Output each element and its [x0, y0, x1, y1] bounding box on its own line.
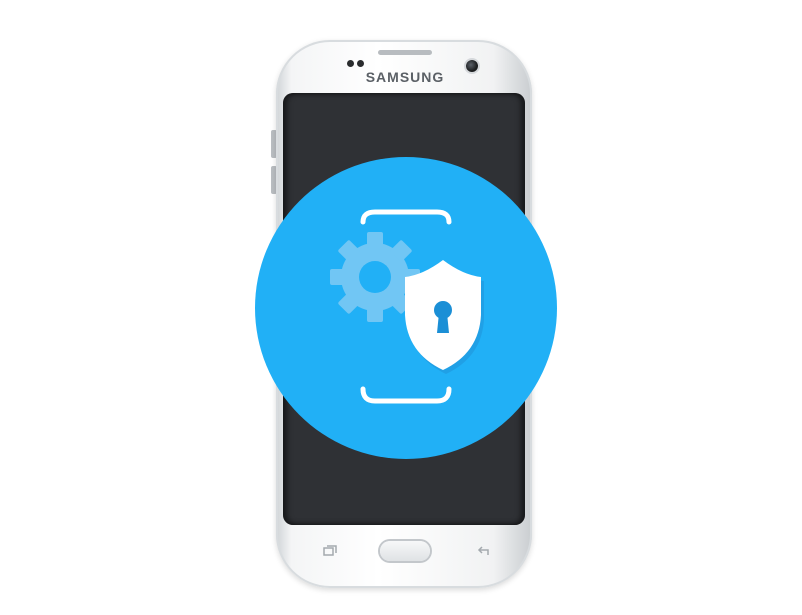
recent-apps-icon — [323, 545, 337, 557]
back-icon — [476, 545, 490, 557]
light-sensor — [357, 60, 364, 67]
home-button — [380, 541, 430, 561]
earpiece-speaker — [378, 50, 432, 55]
security-badge — [255, 157, 557, 459]
proximity-sensor — [347, 60, 354, 67]
front-camera-icon — [466, 60, 478, 72]
brand-logo: SAMSUNG — [365, 69, 445, 85]
illustration: SAMSUNG — [0, 0, 802, 615]
shield-lock-icon — [405, 260, 484, 374]
